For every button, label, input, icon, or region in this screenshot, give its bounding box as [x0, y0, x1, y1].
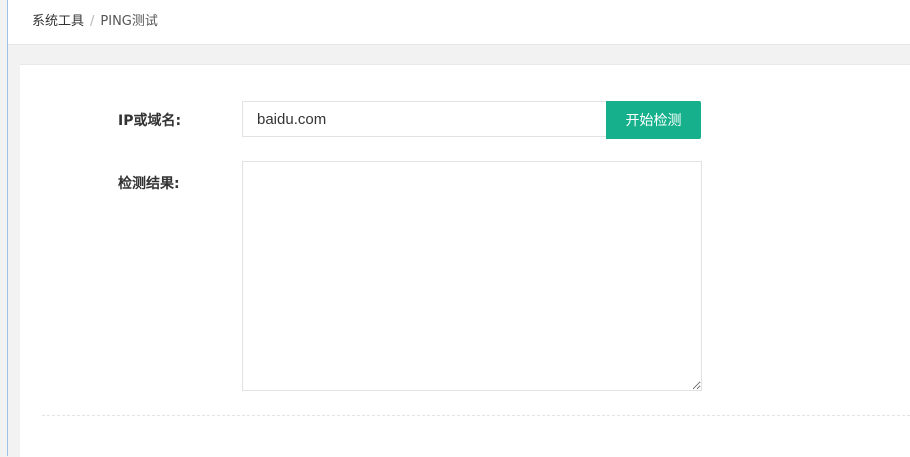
breadcrumb-item-system-tools[interactable]: 系统工具	[32, 14, 84, 29]
breadcrumb: 系统工具 / PING测试	[32, 14, 158, 30]
start-check-button[interactable]: 开始检测	[606, 101, 701, 139]
form-divider	[42, 415, 910, 416]
breadcrumb-separator: /	[90, 14, 95, 29]
ping-form-card: IP或域名: 开始检测 检测结果:	[20, 64, 910, 457]
window-border	[7, 0, 8, 456]
result-textarea[interactable]	[242, 161, 702, 391]
result-label: 检测结果:	[118, 176, 180, 192]
ip-domain-label: IP或域名:	[118, 113, 182, 129]
app-window: 系统工具 / PING测试 IP或域名: 开始检测 检测结果:	[0, 0, 910, 457]
ip-domain-input[interactable]	[242, 101, 606, 137]
breadcrumb-bar: 系统工具 / PING测试	[8, 0, 910, 45]
breadcrumb-item-ping-test: PING测试	[100, 14, 158, 29]
